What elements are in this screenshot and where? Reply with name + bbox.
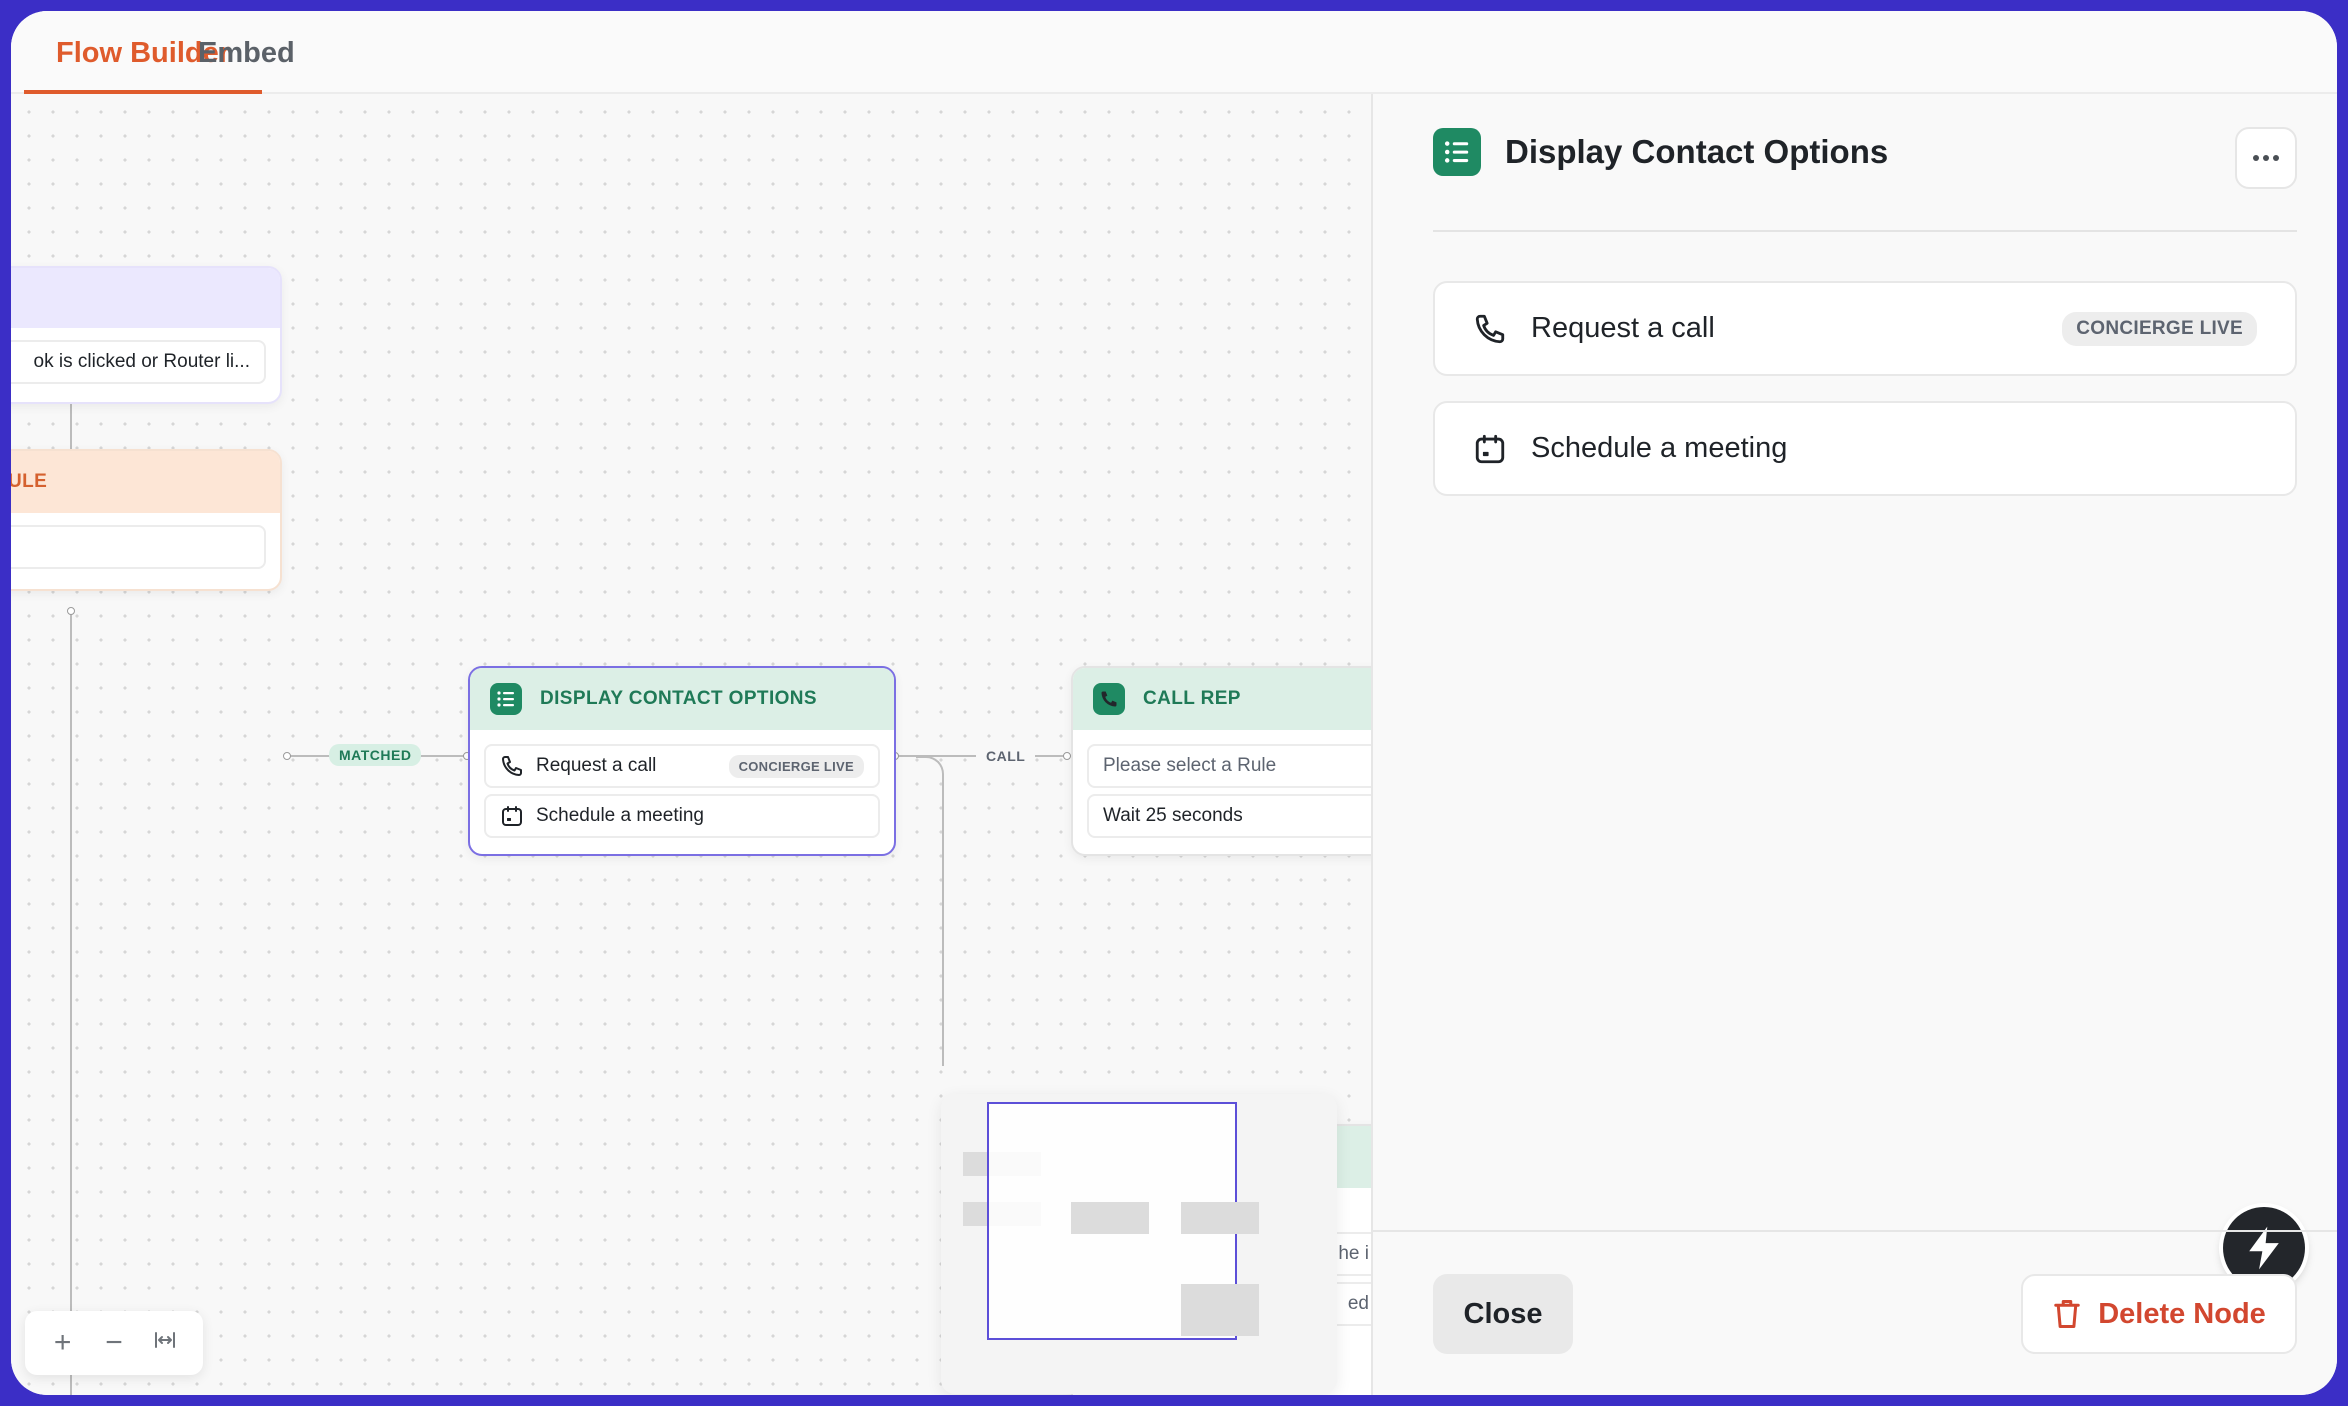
- edge-handle: [283, 752, 291, 760]
- node-detail-panel: Display Contact Options Request a call C…: [1371, 94, 2337, 1395]
- rule-node-title: G RULE: [11, 451, 280, 513]
- minimap-node: [1071, 1202, 1149, 1234]
- tab-bar: Flow Builder Embed: [11, 11, 2337, 94]
- zoom-out-button[interactable]: −: [94, 1323, 134, 1363]
- panel-divider: [1433, 230, 2297, 232]
- list-icon: [490, 683, 522, 715]
- contact-option-schedule-meeting[interactable]: Schedule a meeting: [484, 794, 880, 838]
- edge-handle: [67, 607, 75, 615]
- panel-header: Display Contact Options: [1433, 128, 1888, 176]
- phone-icon: [1475, 314, 1505, 343]
- concierge-live-badge: CONCIERGE LIVE: [2062, 311, 2257, 346]
- zoom-in-button[interactable]: +: [43, 1323, 83, 1363]
- edge-rule-down: [70, 612, 72, 1395]
- fit-view-icon: [155, 1332, 176, 1348]
- rule-node[interactable]: G RULE: [11, 449, 282, 591]
- edge-label-call: CALL: [976, 745, 1036, 767]
- delete-node-button[interactable]: Delete Node: [2021, 1274, 2297, 1354]
- phone-icon: [502, 756, 522, 776]
- list-icon: [1433, 128, 1481, 176]
- panel-title: Display Contact Options: [1505, 133, 1889, 170]
- tab-embed[interactable]: Embed: [166, 33, 327, 94]
- trigger-node-title: R: [11, 268, 280, 328]
- minimap-node: [1181, 1284, 1259, 1336]
- minimap[interactable]: [941, 1094, 1337, 1394]
- call-rep-node-header: CALL REP: [1073, 668, 1371, 730]
- zoom-controls: + −: [25, 1311, 203, 1375]
- call-rep-node-title: CALL REP: [1143, 688, 1241, 709]
- contact-option-label: Request a call: [536, 755, 657, 776]
- call-rep-wait[interactable]: Wait 25 seconds: [1087, 794, 1371, 838]
- edge-label-matched: MATCHED: [329, 744, 422, 766]
- panel-option-label: Schedule a meeting: [1531, 432, 1788, 464]
- call-rep-node[interactable]: CALL REP Please select a Rule Wait 25 se…: [1071, 666, 1371, 856]
- contact-node-title: DISPLAY CONTACT OPTIONS: [540, 688, 817, 709]
- flow-canvas[interactable]: MATCHED CALL R ok is clicked or Router l…: [11, 94, 1371, 1395]
- panel-option-request-call[interactable]: Request a call CONCIERGE LIVE: [1433, 281, 2297, 376]
- panel-footer: Close Delete Node: [1373, 1230, 2337, 1395]
- contact-option-label: Schedule a meeting: [536, 805, 704, 826]
- calendar-icon: [1475, 434, 1505, 463]
- trigger-node-row[interactable]: ok is clicked or Router li...: [11, 340, 266, 384]
- concierge-live-badge: CONCIERGE LIVE: [728, 754, 864, 778]
- more-options-button[interactable]: [2235, 127, 2297, 189]
- call-rep-rule-select[interactable]: Please select a Rule: [1087, 744, 1371, 788]
- trash-icon: [2054, 1300, 2080, 1328]
- panel-option-schedule-meeting[interactable]: Schedule a meeting: [1433, 401, 2297, 496]
- ellipsis-icon: [2253, 155, 2279, 161]
- phone-icon: [1093, 683, 1125, 715]
- fit-view-button[interactable]: [145, 1323, 185, 1363]
- delete-node-label: Delete Node: [2098, 1297, 2266, 1330]
- trigger-node[interactable]: R ok is clicked or Router li...: [11, 266, 282, 404]
- minimap-node: [1181, 1202, 1259, 1234]
- close-button[interactable]: Close: [1433, 1274, 1573, 1354]
- contact-node-header: DISPLAY CONTACT OPTIONS: [470, 668, 894, 730]
- display-contact-options-node[interactable]: DISPLAY CONTACT OPTIONS Request a call C…: [468, 666, 896, 856]
- rule-node-row[interactable]: [11, 525, 266, 569]
- calendar-icon: [502, 806, 522, 826]
- contact-option-request-call[interactable]: Request a call CONCIERGE LIVE: [484, 744, 880, 788]
- panel-option-label: Request a call: [1531, 312, 1715, 344]
- edge-handle: [1063, 752, 1071, 760]
- app-frame: Flow Builder Embed MATCHED CALL R ok is …: [11, 11, 2337, 1395]
- edge-contact-branch: [916, 756, 944, 1066]
